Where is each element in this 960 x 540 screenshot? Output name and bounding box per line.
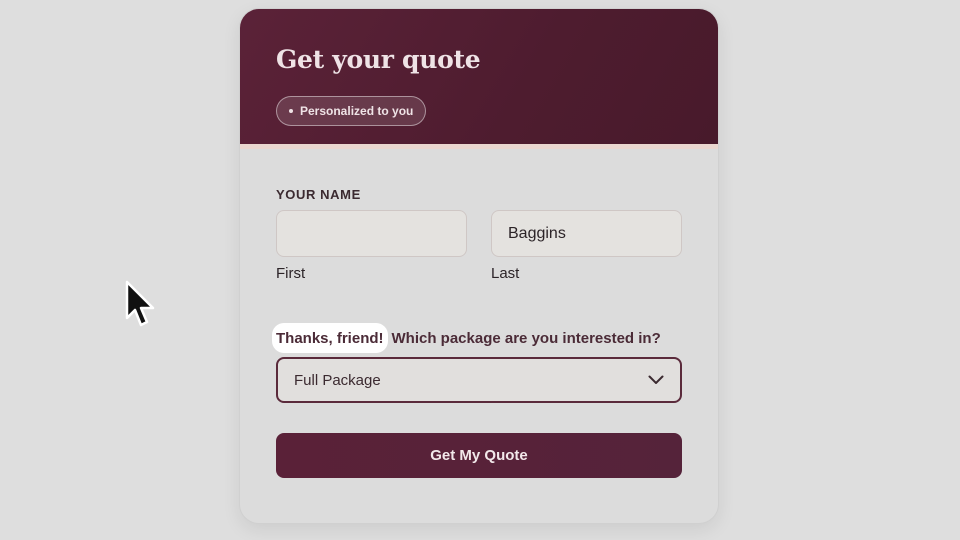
get-quote-button[interactable]: Get My Quote xyxy=(276,433,682,478)
package-question-text: Which package are you interested in? xyxy=(391,329,661,347)
first-name-input[interactable] xyxy=(276,210,467,257)
bullet-icon xyxy=(289,109,293,113)
personalized-badge: Personalized to you xyxy=(276,96,427,126)
first-name-label: First xyxy=(276,265,306,282)
chevron-down-icon xyxy=(648,375,664,384)
package-question: Thanks, friend! Which package are you in… xyxy=(272,323,661,353)
quote-card: Get your quote Personalized to you YOUR … xyxy=(239,8,719,524)
mouse-cursor-icon xyxy=(125,280,155,327)
name-section-label: YOUR NAME xyxy=(276,187,361,202)
package-select[interactable]: Full Package xyxy=(276,357,682,403)
package-select-value: Full Package xyxy=(294,371,381,389)
last-name-input[interactable] xyxy=(491,210,682,257)
card-header: Get your quote Personalized to you xyxy=(240,9,718,149)
badge-label: Personalized to you xyxy=(300,104,414,118)
card-title: Get your quote xyxy=(276,45,481,74)
thanks-highlight: Thanks, friend! xyxy=(272,323,388,353)
last-name-label: Last xyxy=(491,265,520,282)
